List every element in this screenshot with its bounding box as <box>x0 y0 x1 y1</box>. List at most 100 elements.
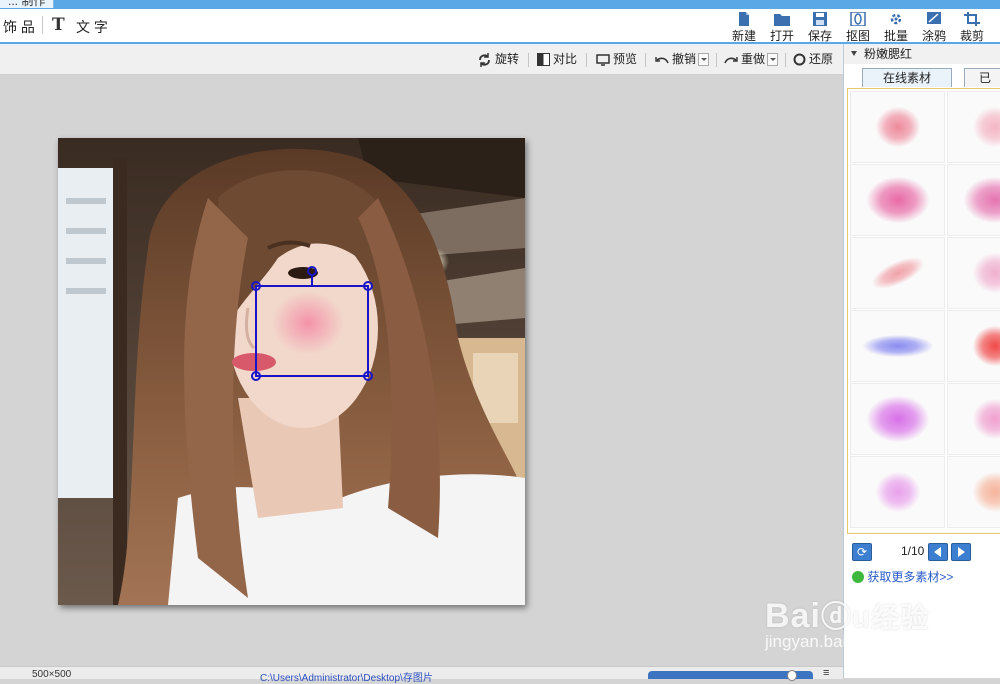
material-thumbnail[interactable] <box>947 91 1000 163</box>
blush-swatch <box>863 335 933 357</box>
doodle-button[interactable]: 涂鸦 <box>916 12 952 44</box>
image-dimensions: 500×500 <box>32 669 71 680</box>
edit-divider <box>645 53 646 67</box>
refresh-icon[interactable]: ⟳ <box>852 543 872 561</box>
material-thumbnail[interactable] <box>850 164 945 236</box>
tab-online-materials[interactable]: 在线素材 <box>862 68 952 87</box>
main-toolbar: 饰 品 T 文 字 新建 打开 保存 抠图 批量 涂鸦 裁剪 <box>0 9 1000 44</box>
undo-icon <box>655 55 669 65</box>
panel-section-title: 粉嫩腮红 <box>864 44 912 64</box>
restore-label: 还原 <box>809 52 833 66</box>
cutout-button[interactable]: 抠图 <box>840 12 876 44</box>
preview-icon <box>596 54 610 66</box>
toolbar-divider <box>42 16 43 34</box>
redo-button[interactable]: 重做 <box>724 51 778 67</box>
new-button[interactable]: 新建 <box>726 12 762 44</box>
blush-swatch <box>973 399 1000 439</box>
next-page-button[interactable] <box>951 543 971 561</box>
material-thumbnail[interactable] <box>850 310 945 382</box>
preview-button[interactable]: 预览 <box>596 51 637 67</box>
compare-icon <box>537 53 550 66</box>
blush-swatch <box>973 326 1000 366</box>
undo-dropdown-icon[interactable] <box>698 53 709 66</box>
compare-button[interactable]: 对比 <box>537 51 577 67</box>
material-thumbnail[interactable] <box>850 456 945 528</box>
edit-divider <box>716 53 717 67</box>
panel-header[interactable]: 粉嫩腮红 <box>844 44 1000 64</box>
material-thumbnail[interactable] <box>947 237 1000 309</box>
accessories-menu[interactable]: 饰 品 <box>3 17 35 37</box>
cutout-label: 抠图 <box>846 29 870 43</box>
blush-swatch <box>973 107 1000 147</box>
tab-downloaded[interactable]: 已 <box>964 68 1000 87</box>
material-thumbnail[interactable] <box>947 310 1000 382</box>
redo-icon <box>724 55 738 65</box>
preview-label: 预览 <box>613 52 637 66</box>
open-label: 打开 <box>770 29 794 43</box>
save-icon <box>812 12 828 26</box>
prev-arrow-icon <box>934 547 941 557</box>
watermark-brand: Bai <box>765 597 821 635</box>
new-label: 新建 <box>732 29 756 43</box>
material-thumbnail[interactable] <box>850 91 945 163</box>
material-thumbnail[interactable] <box>947 164 1000 236</box>
batch-label: 批量 <box>884 29 908 43</box>
restore-icon <box>793 53 806 66</box>
page-indicator: 1/10 <box>901 544 924 558</box>
more-materials-label: 获取更多素材>> <box>867 570 953 584</box>
zoom-slider-handle[interactable] <box>787 670 797 681</box>
next-arrow-icon <box>958 547 965 557</box>
blush-swatch <box>867 396 929 442</box>
open-button[interactable]: 打开 <box>764 12 800 44</box>
crop-icon <box>964 12 980 26</box>
photo-image[interactable] <box>58 138 525 605</box>
save-label: 保存 <box>808 29 832 43</box>
crop-label: 裁剪 <box>960 29 984 43</box>
menu-icon[interactable]: ≡ <box>823 667 829 679</box>
material-thumbnail[interactable] <box>947 456 1000 528</box>
paw-icon: ⓓu <box>821 601 871 634</box>
cutout-icon <box>850 12 866 26</box>
edit-divider <box>586 53 587 67</box>
rotate-icon <box>477 53 492 67</box>
download-icon <box>852 571 864 583</box>
text-tool-icon[interactable]: T <box>52 15 65 35</box>
rotate-label: 旋转 <box>495 52 519 66</box>
material-thumbnail[interactable] <box>850 383 945 455</box>
edit-divider <box>785 53 786 67</box>
blush-swatch <box>876 472 920 512</box>
material-thumbnail[interactable] <box>947 383 1000 455</box>
new-file-icon <box>736 12 752 26</box>
open-folder-icon <box>774 12 790 26</box>
materials-panel: 粉嫩腮红 在线素材 已 ⟳ 1/10 获取更多素材>> <box>843 44 1000 678</box>
batch-button[interactable]: 批量 <box>878 12 914 44</box>
edit-divider <box>528 53 529 67</box>
undo-label: 撤销 <box>672 52 696 66</box>
doodle-icon <box>926 12 942 26</box>
blush-swatch <box>973 253 1000 293</box>
undo-button[interactable]: 撤销 <box>655 51 709 67</box>
pager: ⟳ 1/10 <box>844 542 1000 564</box>
collapse-arrow-icon[interactable] <box>851 51 857 56</box>
blush-swatch <box>973 472 1000 512</box>
window-title-bar: ... 制作 <box>0 0 1000 9</box>
materials-grid <box>847 88 1000 534</box>
blush-swatch <box>867 251 927 295</box>
blush-swatch <box>876 107 920 147</box>
doodle-label: 涂鸦 <box>922 29 946 43</box>
blush-swatch <box>867 177 929 223</box>
watermark-brand-cn: 经验 <box>871 602 929 633</box>
more-materials-link[interactable]: 获取更多素材>> <box>852 568 953 585</box>
redo-dropdown-icon[interactable] <box>767 53 778 66</box>
save-button[interactable]: 保存 <box>802 12 838 44</box>
restore-button[interactable]: 还原 <box>793 51 833 67</box>
crop-button[interactable]: 裁剪 <box>954 12 990 44</box>
rotate-button[interactable]: 旋转 <box>477 51 519 67</box>
prev-page-button[interactable] <box>928 543 948 561</box>
batch-icon <box>888 12 904 26</box>
edit-toolbar: 旋转 对比 预览 撤销 重做 还原 <box>0 44 843 75</box>
material-thumbnail[interactable] <box>850 237 945 309</box>
status-bar: 500×500 C:\Users\Administrator\Desktop\存… <box>0 666 843 679</box>
text-menu[interactable]: 文 字 <box>76 17 108 37</box>
compare-label: 对比 <box>553 52 577 66</box>
